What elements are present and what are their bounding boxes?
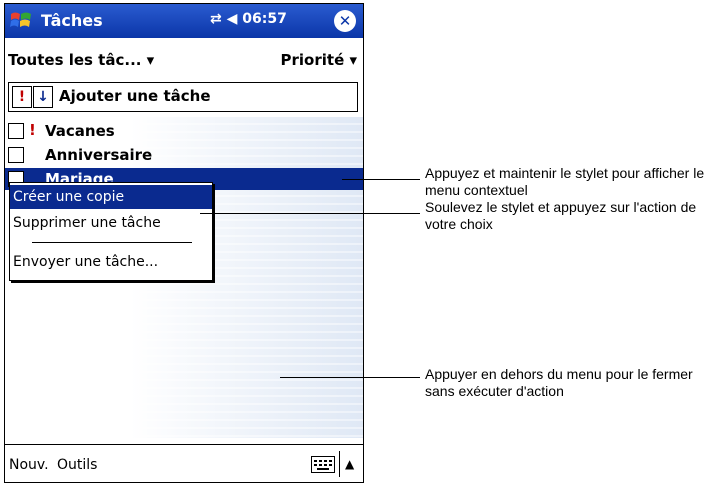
title-bar: Tâches ⇄ ◀ 06:57 ✕	[5, 4, 363, 38]
menu-tools[interactable]: Outils	[57, 457, 97, 473]
annotation-lift: Soulevez le stylet et appuyez sur l'acti…	[425, 199, 697, 232]
priority-icon: !	[29, 121, 36, 139]
arrow-down-icon[interactable]: ↓	[33, 86, 53, 108]
keyboard-icon[interactable]	[311, 456, 335, 473]
divider	[339, 451, 340, 477]
task-checkbox[interactable]	[8, 147, 24, 163]
menu-item-delete[interactable]: Supprimer une tâche	[10, 211, 212, 235]
menu-item-send[interactable]: Envoyer une tâche...	[10, 250, 212, 274]
callout-line-hold	[342, 179, 420, 180]
menu-item-label: Supprimer une tâche	[13, 215, 161, 231]
menu-new[interactable]: Nouv.	[9, 457, 49, 473]
windows-start-icon[interactable]	[9, 10, 33, 32]
task-label: Vacanes	[45, 122, 115, 140]
task-checkbox[interactable]	[8, 123, 24, 139]
app-title: Tâches	[41, 11, 103, 30]
callout-line-lift	[200, 213, 420, 214]
filter-bar: Toutes les tâc... ▾ Priorité ▾	[5, 45, 363, 73]
task-row[interactable]: Anniversaire	[5, 144, 363, 166]
menu-item-label: Créer une copie	[13, 189, 125, 205]
callout-line-outside	[280, 377, 420, 378]
sort-dropdown[interactable]: Priorité ▾	[281, 51, 357, 69]
menu-item-copy[interactable]: Créer une copie	[10, 185, 212, 209]
input-selector-arrow-icon[interactable]: ▲	[345, 457, 354, 471]
menu-item-label: Envoyer une tâche...	[13, 254, 159, 270]
status-icons[interactable]: ⇄ ◀ 06:57	[210, 11, 287, 27]
context-menu: Créer une copie Supprimer une tâche Envo…	[9, 182, 213, 281]
bottom-menu-bar: Nouv. Outils ▲	[5, 444, 363, 482]
category-filter-dropdown[interactable]: Toutes les tâc... ▾	[8, 51, 154, 69]
pocketpc-screen: Tâches ⇄ ◀ 06:57 ✕ Toutes les tâc... ▾ P…	[4, 3, 364, 483]
task-entry-bar: ! ↓ Ajouter une tâche	[8, 82, 358, 112]
menu-separator	[32, 242, 192, 243]
priority-icon[interactable]: !	[12, 86, 32, 108]
keyboard-keys-icon	[314, 460, 332, 470]
annotation-hold: Appuyez et maintenir le stylet pour affi…	[425, 165, 705, 198]
task-row[interactable]: ! Vacanes	[5, 120, 363, 142]
task-label: Anniversaire	[45, 146, 153, 164]
annotation-outside: Appuyer en dehors du menu pour le fermer…	[425, 366, 693, 399]
close-button[interactable]: ✕	[334, 10, 356, 32]
add-task-input[interactable]: Ajouter une tâche	[59, 87, 211, 105]
